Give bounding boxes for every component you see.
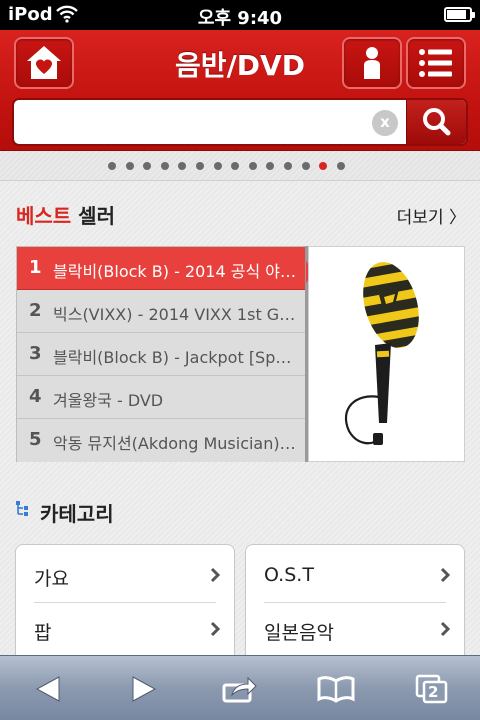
best-seller-item-2[interactable]: 2 빅스(VIXX) - 2014 VIXX 1st Global Showca… [17,290,305,333]
item-title: 악동 뮤지션(Akdong Musician) - PLAY [53,434,299,453]
page-dot[interactable] [213,162,222,170]
page-dot[interactable] [143,162,152,170]
category-title: 카테고리 [40,502,114,526]
search-box: x [12,98,468,146]
category-label: 팝 [34,622,52,644]
best-seller-item-3[interactable]: 3 블락비(Block B) - Jackpot [Special Editio… [17,333,305,376]
category-label: O.S.T [264,564,314,586]
category-item-ost[interactable]: O.S.T [246,549,464,603]
tabs-button[interactable]: 2 [384,656,480,720]
chevron-right-icon [440,567,450,583]
forward-button[interactable] [96,656,192,720]
category-item-pop[interactable]: 팝 [16,603,234,657]
rank-number: 5 [29,429,42,450]
tabs-count: 2 [428,682,439,701]
main-content: 베스트 셀러 더보기 〉 1 블락비(Block B) - 2014 공식 야광… [0,182,480,664]
rank-number: 2 [29,300,42,321]
page-dot[interactable] [248,162,257,170]
page-dot[interactable] [266,162,275,170]
more-link[interactable]: 더보기 〉 [397,203,466,228]
clear-search-button[interactable]: x [372,110,398,136]
battery-level [447,10,466,19]
category-label: 일본음악 [264,622,334,644]
my-page-button[interactable] [342,37,402,89]
bookmarks-button[interactable] [288,656,384,720]
category-label: 가요 [34,568,69,590]
list-menu-icon [419,49,452,77]
status-time: 오후 9:40 [197,8,283,29]
page-indicator [0,151,480,181]
back-button[interactable] [0,656,96,720]
menu-button[interactable] [406,37,466,89]
product-image[interactable] [308,246,465,462]
best-seller-item-5[interactable]: 5 악동 뮤지션(Akdong Musician) - PLAY [17,419,305,462]
browser-toolbar: 2 [0,655,480,720]
page-dot[interactable] [231,162,240,170]
page-dot-active[interactable] [319,162,328,170]
item-title: 빅스(VIXX) - 2014 VIXX 1st Global Showcase [53,305,299,324]
page-dot[interactable] [195,162,204,170]
battery-icon [444,7,475,22]
category-card-right: O.S.T 일본음악 [245,544,465,664]
item-title: 블락비(Block B) - 2014 공식 야광봉 [53,262,299,281]
page-dots [108,162,354,170]
best-seller-title-accent: 베스트 [16,204,72,228]
share-icon [222,676,257,702]
best-seller-item-1[interactable]: 1 블락비(Block B) - 2014 공식 야광봉 [17,247,305,290]
rank-number: 1 [29,257,42,278]
bookmarks-icon [317,675,355,703]
page-dot[interactable] [108,162,116,170]
item-title: 블락비(Block B) - Jackpot [Special Edition] [53,348,299,367]
lightstick-image [344,255,429,445]
rank-number: 3 [29,343,42,364]
user-icon [364,47,380,79]
best-seller-list: 1 블락비(Block B) - 2014 공식 야광봉 2 빅스(VIXX) … [16,246,306,462]
back-arrow-icon [35,675,60,702]
page-dot[interactable] [125,162,134,170]
status-bar: iPod 오후 9:40 [0,0,480,30]
category-item-japanese-music[interactable]: 일본음악 [246,603,464,657]
rank-number: 4 [29,386,42,407]
page-dot[interactable] [301,162,310,170]
best-seller-title-rest: 셀러 [71,204,115,228]
chevron-right-icon [210,621,220,637]
category-card-left: 가요 팝 [15,544,235,664]
search-button[interactable] [406,100,466,144]
item-title: 겨울왕국 - DVD [53,391,164,410]
search-icon [423,108,451,136]
category-icon [16,501,28,516]
category-item-gayo[interactable]: 가요 [16,549,234,603]
app-header: 음반/DVD x [0,30,480,151]
share-button[interactable] [192,656,288,720]
page-dot[interactable] [160,162,169,170]
forward-arrow-icon [132,675,157,702]
chevron-right-icon [440,621,450,637]
search-input[interactable] [14,100,406,144]
page-dot[interactable] [283,162,292,170]
page-dot[interactable] [336,162,345,170]
best-seller-title: 베스트 셀러 [16,200,115,229]
best-seller-item-4[interactable]: 4 겨울왕국 - DVD [17,376,305,419]
page-dot[interactable] [178,162,187,170]
chevron-right-icon [210,567,220,583]
